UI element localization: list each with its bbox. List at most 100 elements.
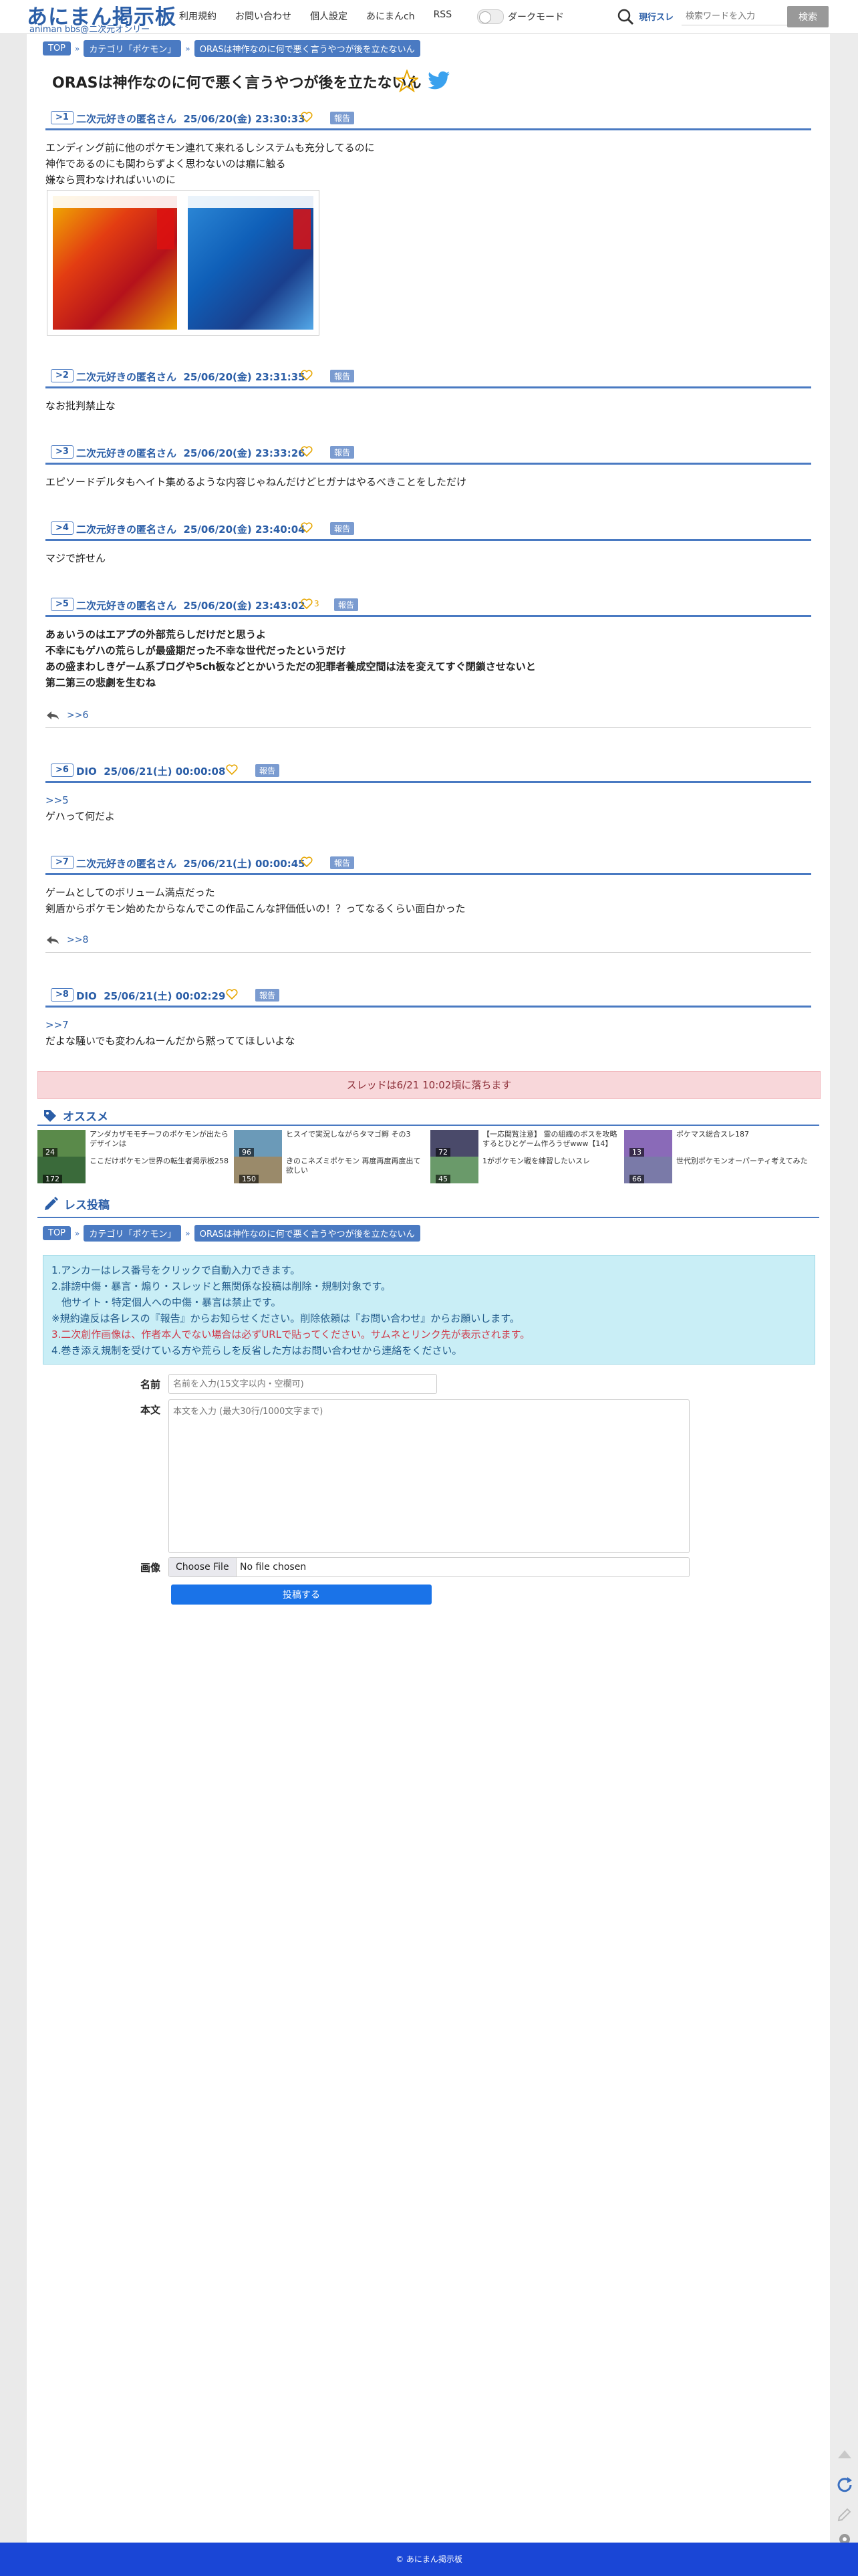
recommend-item[interactable]: 96 ヒスイで実況しながらタマゴ孵 その3 (234, 1130, 429, 1157)
breadcrumb-category[interactable]: カテゴリ「ポケモン」 (84, 1225, 182, 1242)
breadcrumb-thread[interactable]: ORASは神作なのに何で悪く言うやつが後を立たないん (194, 1225, 420, 1242)
recommend-title: 【一応閲覧注意】 霊の組織のボスを攻略するとひとゲーム作ろうぜwww【14】 (482, 1130, 617, 1148)
favorite-star-icon[interactable] (396, 70, 418, 92)
nav-settings[interactable]: 個人設定 (310, 9, 347, 23)
post-header: >6 DIO 25/06/21(土) 00:00:08 報告 (45, 764, 811, 783)
recommend-item[interactable]: 150 きのこネズミポケモン 再度再度再度出て欲しい (234, 1157, 429, 1183)
like-heart-icon[interactable] (301, 369, 313, 381)
box-3ds-label (293, 209, 311, 249)
recommend-item[interactable]: 24 アンダカザモモチーフのポケモンが出たらデザインは (37, 1130, 233, 1157)
breadcrumb-top[interactable]: TOP (43, 1226, 72, 1240)
breadcrumb-top[interactable]: TOP (43, 41, 72, 55)
nav-rss[interactable]: RSS (434, 9, 452, 23)
like-heart-icon[interactable] (301, 598, 313, 610)
report-button[interactable]: 報告 (334, 598, 359, 611)
recommend-item[interactable]: 72 【一応閲覧注意】 霊の組織のボスを攻略するとひとゲーム作ろうぜwww【14… (430, 1130, 625, 1157)
breadcrumb: TOP » カテゴリ「ポケモン」 » ORASは神作なのに何で悪く言うやつが後を… (43, 40, 420, 57)
edit-pen-icon[interactable] (833, 2502, 857, 2527)
box-top-strip (188, 196, 313, 208)
report-button[interactable]: 報告 (330, 370, 355, 382)
breadcrumb-thread[interactable]: ORASは神作なのに何で悪く言うやつが後を立たないん (194, 40, 420, 57)
post-number-value: 4 (62, 523, 69, 533)
search-button[interactable]: 検索 (787, 6, 829, 27)
report-button[interactable]: 報告 (255, 764, 280, 777)
image-file-input[interactable]: Choose File No file chosen (168, 1557, 690, 1577)
reload-icon[interactable] (833, 2473, 857, 2497)
breadcrumb-category[interactable]: カテゴリ「ポケモン」 (84, 40, 182, 57)
pencil-icon (45, 1196, 58, 1210)
post-number[interactable]: >6 (51, 764, 74, 777)
recommend-title: 1がポケモン戦を練習したいスレ (482, 1157, 590, 1165)
anchor-link[interactable]: >>5 (45, 792, 811, 808)
nav-contact[interactable]: お問い合わせ (235, 9, 291, 23)
body-label: 本文 (140, 1404, 161, 1416)
post-3: >3 二次元好きの匿名さん 25/06/20(金) 23:33:26 報告 エピ… (45, 445, 811, 490)
submit-post-button[interactable]: 投稿する (171, 1585, 432, 1605)
post-name-date: 二次元好きの匿名さん 25/06/20(金) 23:30:33 (76, 112, 305, 126)
post-1: >1 二次元好きの匿名さん 25/06/20(金) 23:30:33 報告 エン… (45, 111, 811, 188)
recommend-thumbnail: 150 (234, 1157, 282, 1183)
anchor-link[interactable]: >>7 (45, 1017, 811, 1033)
post-number-value: 6 (62, 765, 69, 775)
dark-mode-toggle[interactable] (477, 9, 504, 24)
recommend-thumbnail: 24 (37, 1130, 86, 1157)
post-number[interactable]: >7 (51, 856, 74, 869)
nav-animanch[interactable]: あにまんch (366, 9, 415, 23)
reply-link[interactable]: >>6 (67, 710, 88, 721)
recommend-item[interactable]: 172 ここだけポケモン世界の転生者掲示板258 (37, 1157, 233, 1183)
choose-file-button[interactable]: Choose File (169, 1558, 237, 1576)
like-heart-icon[interactable] (301, 445, 313, 457)
post-number[interactable]: >4 (51, 521, 74, 535)
post-number[interactable]: >3 (51, 445, 74, 459)
post-body: >>5 ゲハって何だよ (45, 792, 811, 824)
post-body: ゲームとしてのボリューム満点だった 剣盾からポケモン始めたからなんでこの作品こん… (45, 885, 811, 917)
rule-line-warning: 3.二次創作画像は、作者本人でない場合は必ずURLで貼ってください。サムネとリン… (51, 1328, 531, 1340)
like-heart-icon[interactable] (301, 111, 313, 123)
post-header: >5 二次元好きの匿名さん 25/06/20(金) 23:43:02 3 報告 (45, 598, 811, 617)
post-body: マジで許せん (45, 550, 811, 566)
site-logo[interactable]: あにまん掲示板 animan bbs@二次元オンリー (27, 1, 176, 35)
post-line: 不幸にもゲハの荒らしが最盛期だった不幸な世代だったというだけ (45, 645, 346, 657)
scroll-top-icon[interactable] (833, 2442, 857, 2466)
report-button[interactable]: 報告 (330, 856, 355, 869)
poster-name: 二次元好きの匿名さん (76, 447, 177, 459)
post-line: ゲームとしてのボリューム満点だった (45, 887, 215, 899)
post-form-heading: レス投稿 (43, 1195, 110, 1212)
like-heart-icon[interactable] (301, 856, 313, 868)
post-number[interactable]: >1 (51, 111, 74, 124)
nav-terms[interactable]: 利用規約 (179, 9, 217, 23)
post-number[interactable]: >8 (51, 988, 74, 1002)
like-heart-icon[interactable] (226, 764, 238, 776)
search-scope-select[interactable]: 現行スレ (639, 10, 674, 23)
post-image-oras-boxart[interactable] (47, 190, 319, 336)
reply-count: 72 (436, 1148, 450, 1157)
report-button[interactable]: 報告 (255, 989, 280, 1002)
recommend-title: ヒスイで実況しながらタマゴ孵 その3 (286, 1130, 411, 1139)
alpha-sapphire-box-image (188, 196, 313, 330)
name-input[interactable] (168, 1374, 437, 1394)
report-button[interactable]: 報告 (330, 446, 355, 459)
search-input[interactable] (682, 7, 790, 25)
search-icon (617, 9, 634, 25)
reply-arrow-icon (47, 936, 59, 944)
twitter-icon[interactable] (428, 71, 450, 91)
like-heart-icon[interactable] (301, 521, 313, 534)
recommend-item[interactable]: 13 ポケマス総合スレ187 (624, 1130, 819, 1157)
post-number[interactable]: >5 (51, 598, 74, 611)
body-textarea[interactable] (168, 1399, 690, 1553)
post-number[interactable]: >2 (51, 369, 74, 382)
like-heart-icon[interactable] (226, 988, 238, 1000)
recommend-heading-label: オススメ (63, 1110, 108, 1124)
post-header: >3 二次元好きの匿名さん 25/06/20(金) 23:33:26 報告 (45, 445, 811, 465)
rule-line: 4.巻き添え規制を受けている方や荒らしを反省した方はお問い合わせから連絡をくださ… (51, 1344, 462, 1357)
reply-link[interactable]: >>8 (67, 935, 88, 945)
post-line: 第二第三の悲劇を生むね (45, 677, 156, 689)
report-button[interactable]: 報告 (330, 112, 355, 124)
post-line: なお批判禁止な (45, 400, 116, 412)
recommend-thumbnail: 172 (37, 1157, 86, 1183)
recommend-item[interactable]: 66 世代別ポケモンオーパーティ考えてみた (624, 1157, 819, 1183)
report-button[interactable]: 報告 (330, 522, 355, 535)
breadcrumb-separator: » (75, 1228, 80, 1238)
post-line: だよな騒いでも変わんねーんだから黙っててほしいよな (45, 1035, 295, 1047)
recommend-item[interactable]: 45 1がポケモン戦を練習したいスレ (430, 1157, 625, 1183)
